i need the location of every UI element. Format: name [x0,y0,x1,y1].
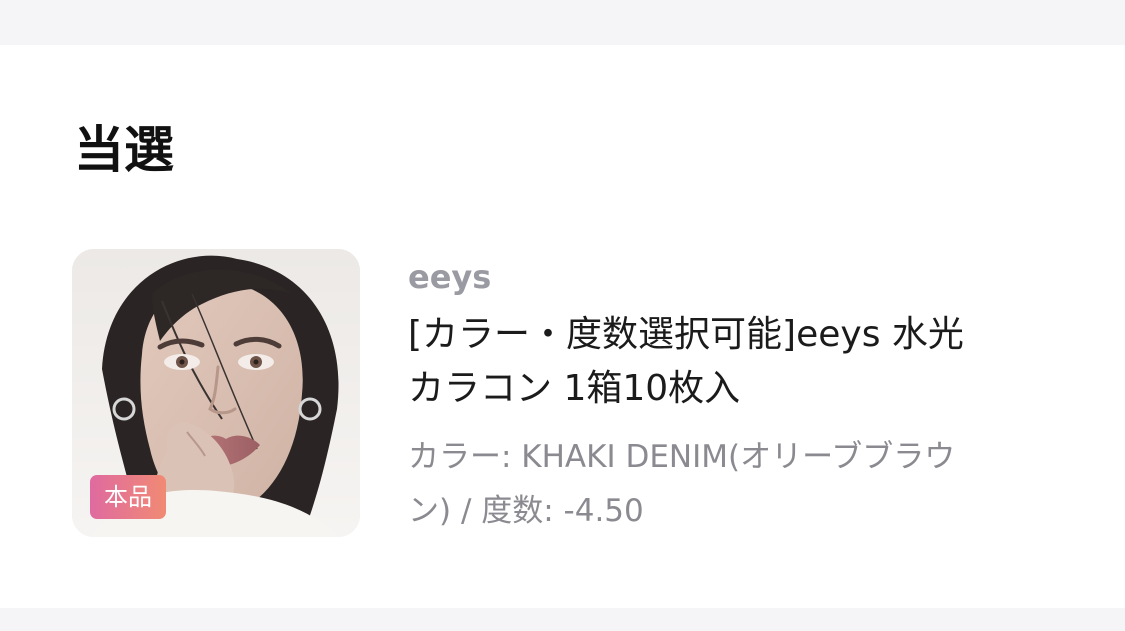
product-title-line-2: カラコン 1箱10枚入 [408,368,741,409]
product-options: カラー: KHAKI DENIM(オリーブブラウ ン) / 度数: -4.50 [408,430,1048,538]
genuine-product-badge: 本品 [90,475,166,519]
product-thumbnail[interactable]: 本品 [72,249,360,537]
product-options-line-2: ン) / 度数: -4.50 [408,493,644,529]
product-title[interactable]: [カラー・度数選択可能]eeys 水光 カラコン 1箱10枚入 [408,308,1058,416]
product-brand: eeys [408,258,492,296]
product-options-line-1: カラー: KHAKI DENIM(オリーブブラウ [408,439,956,475]
section-title: 当選 [74,121,174,179]
product-title-line-1: [カラー・度数選択可能]eeys 水光 [408,314,964,355]
winning-section-card: 当選 本品 eeys [カラー・度数選択可能]eeys 水光 カラコン 1箱10… [0,45,1125,608]
